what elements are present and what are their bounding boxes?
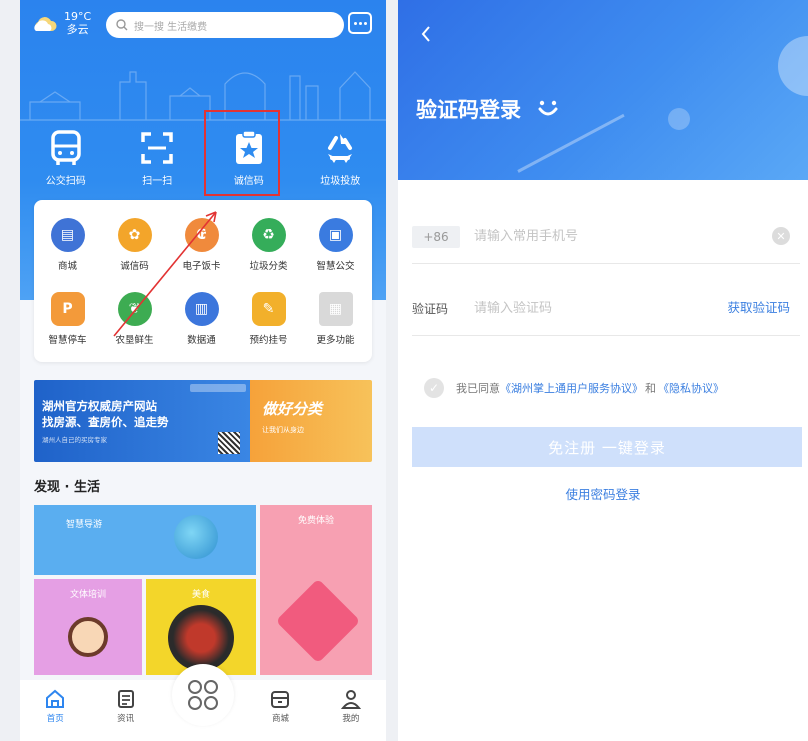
recycle-icon: ♻ xyxy=(251,218,286,252)
banner-line2: 找房源、查房价、追走势 xyxy=(42,415,169,429)
discover-tiles: 智慧导游 免费体验 文体培训 美食 xyxy=(34,505,372,675)
service-row-2: P 智慧停车 ❦ 农垦鲜生 ▥ 数据通 ✎ 预约挂号 ▦ 更多功能 xyxy=(34,292,372,346)
tab-store[interactable]: 商城 xyxy=(245,680,315,741)
search-bar[interactable]: 搜一搜 生活缴费 xyxy=(106,12,344,38)
profile-icon xyxy=(340,690,361,709)
food-plate-illustration xyxy=(168,605,234,671)
tile-sports-training[interactable]: 文体培训 xyxy=(34,579,142,675)
banner-line1: 湖州官方权威房产网站 xyxy=(42,399,157,413)
service-row-1: ▤ 商城 ✿ 诚信码 ₢ 电子饭卡 ♻ 垃圾分类 ▣ 智慧公交 xyxy=(34,218,372,272)
bus-icon: ▣ xyxy=(318,218,353,252)
country-code-selector[interactable]: +86 xyxy=(412,225,460,248)
clear-icon[interactable]: ✕ xyxy=(772,227,790,245)
quick-actions: 公交扫码 扫一扫 诚信码 垃圾投放 xyxy=(20,130,386,196)
quick-bus-scan[interactable]: 公交扫码 xyxy=(20,130,112,196)
news-icon xyxy=(117,690,134,708)
sorting-banner-sub: 让我们从身边 xyxy=(262,426,304,434)
city-skyline-illustration xyxy=(20,71,386,121)
service-smart-bus[interactable]: ▣ 智慧公交 xyxy=(302,218,369,272)
tab-profile[interactable]: 我的 xyxy=(316,680,386,741)
message-icon[interactable] xyxy=(348,12,372,34)
weather-condition: 多云 xyxy=(66,23,89,36)
quick-scan[interactable]: 扫一扫 xyxy=(112,130,204,196)
home-icon xyxy=(46,689,65,708)
store-icon xyxy=(271,691,290,708)
housing-banner[interactable]: 湖州官方权威房产网站 找房源、查房价、追走势 湖州人自己的买房专家 xyxy=(34,380,250,462)
service-shop[interactable]: ▤ 商城 xyxy=(34,218,101,272)
service-garbage-sort[interactable]: ♻ 垃圾分类 xyxy=(235,218,302,272)
four-petal-menu-icon xyxy=(188,680,218,710)
highlight-annotation-box xyxy=(204,110,280,196)
banner-logo xyxy=(190,384,246,392)
phone-row: +86 ✕ xyxy=(412,210,800,264)
code-row: 验证码 获取验证码 xyxy=(412,282,800,336)
page-title: 验证码登录 xyxy=(416,94,559,124)
agree-and: 和 xyxy=(645,382,656,395)
agree-checkbox[interactable]: ✓ xyxy=(424,378,444,398)
tile-smart-guide[interactable]: 智慧导游 xyxy=(34,505,256,575)
globe-illustration xyxy=(174,515,218,559)
get-code-button[interactable]: 获取验证码 xyxy=(727,297,790,316)
more-grid-icon: ▦ xyxy=(318,292,353,326)
login-screen: 验证码登录 +86 ✕ 验证码 获取验证码 ✓ 我已同意 《湖州掌上通用户服务协… xyxy=(398,0,808,741)
leaf-icon: ❦ xyxy=(117,292,152,326)
home-screen: 19°C 多云 搜一搜 生活缴费 公交扫码 扫一扫 诚信码 垃圾投放 ▤ 商城 … xyxy=(20,0,386,741)
agreement-row: ✓ 我已同意 《湖州掌上通用户服务协议》 和 《隐私协议》 xyxy=(424,378,724,398)
code-label: 验证码 xyxy=(412,302,449,316)
scan-icon xyxy=(141,132,173,164)
search-placeholder: 搜一搜 生活缴费 xyxy=(134,21,208,33)
service-data-link[interactable]: ▥ 数据通 xyxy=(168,292,235,346)
center-menu-button[interactable] xyxy=(172,664,234,726)
quick-garbage-drop[interactable]: 垃圾投放 xyxy=(295,130,387,196)
decor-orb xyxy=(668,108,690,130)
meal-card-icon: ₢ xyxy=(184,218,219,252)
smile-icon xyxy=(538,100,558,116)
service-more[interactable]: ▦ 更多功能 xyxy=(302,292,369,346)
service-grid: ▤ 商城 ✿ 诚信码 ₢ 电子饭卡 ♻ 垃圾分类 ▣ 智慧公交 P 智慧停车 ❦ 农垦鲜生 ▥… xyxy=(34,200,372,362)
shop-icon: ▤ xyxy=(50,218,85,252)
service-agreement-link[interactable]: 《湖州掌上通用户服务协议》 xyxy=(500,380,643,396)
service-smart-parking[interactable]: P 智慧停车 xyxy=(34,292,101,346)
badge-icon: ✿ xyxy=(117,218,152,252)
child-illustration xyxy=(68,617,108,657)
qr-code-icon xyxy=(218,432,240,454)
section-title-discover: 发现 · 生活 xyxy=(34,480,100,495)
verification-code-input[interactable] xyxy=(474,301,694,316)
phone-input[interactable] xyxy=(474,229,754,244)
service-credit-code[interactable]: ✿ 诚信码 xyxy=(101,218,168,272)
tile-food[interactable]: 美食 xyxy=(146,579,256,675)
service-fresh-produce[interactable]: ❦ 农垦鲜生 xyxy=(101,292,168,346)
tile-free-trial[interactable]: 免费体验 xyxy=(260,505,372,675)
sorting-banner[interactable]: 做好分类 让我们从身边 xyxy=(250,380,372,462)
one-click-login-button[interactable]: 免注册 一键登录 xyxy=(412,427,802,467)
data-chart-icon: ▥ xyxy=(184,292,219,326)
privacy-agreement-link[interactable]: 《隐私协议》 xyxy=(658,380,724,396)
password-login-link[interactable]: 使用密码登录 xyxy=(398,484,808,503)
login-header: 验证码登录 xyxy=(398,0,808,180)
recycle-icon xyxy=(328,134,353,163)
weather-widget[interactable]: 19°C 多云 xyxy=(32,10,91,36)
heart-illustration xyxy=(275,578,361,664)
bus-icon xyxy=(51,130,81,165)
back-button[interactable] xyxy=(420,24,432,48)
tab-home[interactable]: 首页 xyxy=(20,680,90,741)
tab-news[interactable]: 资讯 xyxy=(90,680,160,741)
weather-temp: 19°C xyxy=(64,10,92,23)
service-appointment[interactable]: ✎ 预约挂号 xyxy=(235,292,302,346)
search-icon xyxy=(116,16,128,35)
appointment-icon: ✎ xyxy=(251,292,286,326)
agree-prefix: 我已同意 xyxy=(456,382,500,395)
decor-orb xyxy=(778,36,808,96)
promo-banner[interactable]: 湖州官方权威房产网站 找房源、查房价、追走势 湖州人自己的买房专家 做好分类 让… xyxy=(34,380,372,462)
service-meal-card[interactable]: ₢ 电子饭卡 xyxy=(168,218,235,272)
chevron-left-icon xyxy=(421,26,430,42)
sorting-banner-title: 做好分类 xyxy=(262,400,323,418)
cloud-icon xyxy=(32,16,58,31)
parking-icon: P xyxy=(50,292,85,326)
